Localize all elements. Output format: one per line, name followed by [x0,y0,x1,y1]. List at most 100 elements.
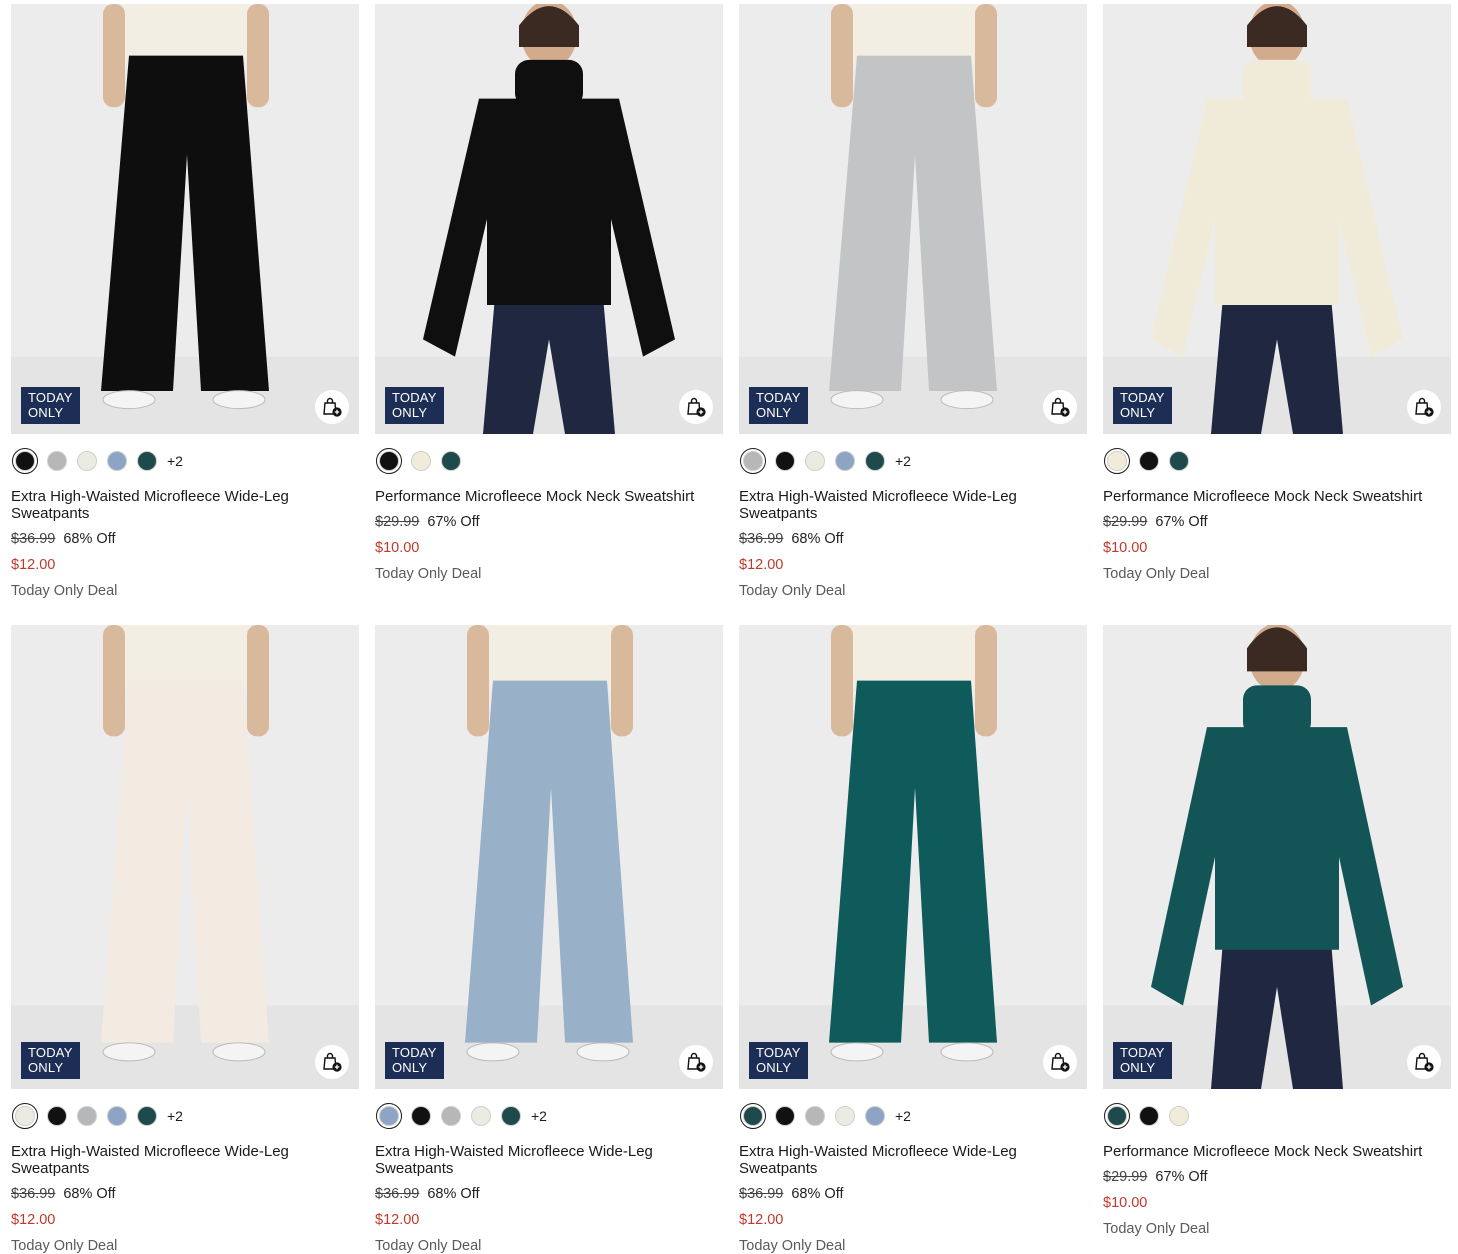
product-card[interactable]: TODAY ONLY Performance Microfleece Mock … [1103,625,1451,1237]
color-swatch[interactable] [501,1106,521,1126]
today-only-badge: TODAY ONLY [385,387,444,424]
product-name[interactable]: Performance Microfleece Mock Neck Sweats… [1103,488,1451,505]
color-swatch[interactable] [835,1106,855,1126]
sale-price: $12.00 [739,1212,784,1228]
color-swatch[interactable] [865,451,885,471]
quick-add-button[interactable] [1407,1045,1441,1079]
color-swatch[interactable] [740,1103,766,1129]
product-image[interactable]: TODAY ONLY [11,625,359,1089]
more-colors-count[interactable]: +2 [167,1108,183,1124]
more-colors-count[interactable]: +2 [895,453,911,469]
color-swatch[interactable] [1104,1103,1130,1129]
color-swatch[interactable] [77,451,97,471]
color-swatches: +2 [739,1101,1087,1131]
color-swatch[interactable] [411,451,431,471]
product-name[interactable]: Extra High-Waisted Microfleece Wide-Leg … [11,488,359,522]
color-swatch[interactable] [740,448,766,474]
color-swatch[interactable] [376,1103,402,1129]
price-line: $36.99 68% Off [11,531,359,547]
color-swatches: +2 [739,446,1087,476]
color-swatch[interactable] [835,451,855,471]
quick-add-button[interactable] [679,390,713,424]
more-colors-count[interactable]: +2 [895,1108,911,1124]
product-photo [1103,625,1451,1089]
color-swatch[interactable] [12,1103,38,1129]
product-card[interactable]: TODAY ONLY +2 Extra High-Waisted Microfl… [375,625,723,1254]
color-swatch[interactable] [805,1106,825,1126]
product-image[interactable]: TODAY ONLY [739,4,1087,434]
product-photo [739,4,1087,434]
color-swatch[interactable] [47,1106,67,1126]
product-card[interactable]: TODAY ONLY +2 Extra High-Waisted Microfl… [11,4,359,599]
badge-line-2: ONLY [1120,405,1156,420]
sale-price: $10.00 [375,540,420,556]
product-card[interactable]: TODAY ONLY Performance Microfleece Mock … [1103,4,1451,582]
discount-label: 68% Off [427,1186,480,1202]
badge-line-2: ONLY [28,405,64,420]
color-swatch[interactable] [137,451,157,471]
product-name[interactable]: Extra High-Waisted Microfleece Wide-Leg … [11,1143,359,1177]
color-swatch[interactable] [107,1106,127,1126]
color-swatch[interactable] [775,1106,795,1126]
product-card[interactable]: TODAY ONLY +2 Extra High-Waisted Microfl… [11,625,359,1254]
price-line: $36.99 68% Off [739,531,1087,547]
price-line: $29.99 67% Off [375,514,723,530]
color-swatch[interactable] [1169,451,1189,471]
color-swatch[interactable] [1139,1106,1159,1126]
quick-add-button[interactable] [1407,390,1441,424]
product-name[interactable]: Extra High-Waisted Microfleece Wide-Leg … [739,1143,1087,1177]
product-image[interactable]: TODAY ONLY [1103,625,1451,1089]
color-swatches [1103,1101,1451,1131]
badge-line-2: ONLY [756,405,792,420]
today-only-badge: TODAY ONLY [1113,1042,1172,1079]
color-swatch[interactable] [441,1106,461,1126]
color-swatch[interactable] [12,448,38,474]
product-image[interactable]: TODAY ONLY [375,4,723,434]
color-swatch[interactable] [805,451,825,471]
quick-add-button[interactable] [315,1045,349,1079]
color-swatch[interactable] [775,451,795,471]
product-card[interactable]: TODAY ONLY +2 Extra High-Waisted Microfl… [739,4,1087,599]
more-colors-count[interactable]: +2 [167,453,183,469]
product-name[interactable]: Extra High-Waisted Microfleece Wide-Leg … [375,1143,723,1177]
discount-label: 68% Off [63,531,116,547]
shopping-bag-plus-icon [687,1052,706,1072]
quick-add-button[interactable] [315,390,349,424]
color-swatch[interactable] [471,1106,491,1126]
deal-label: Today Only Deal [1103,1221,1210,1237]
color-swatch[interactable] [47,451,67,471]
product-name[interactable]: Extra High-Waisted Microfleece Wide-Leg … [739,488,1087,522]
product-image[interactable]: TODAY ONLY [739,625,1087,1089]
color-swatch[interactable] [441,451,461,471]
today-only-badge: TODAY ONLY [21,1042,80,1079]
color-swatch[interactable] [1169,1106,1189,1126]
deal-label: Today Only Deal [375,566,482,582]
color-swatch[interactable] [1104,448,1130,474]
price-line: $29.99 67% Off [1103,514,1451,530]
product-name[interactable]: Performance Microfleece Mock Neck Sweats… [375,488,723,505]
color-swatch[interactable] [1139,451,1159,471]
color-swatch[interactable] [137,1106,157,1126]
color-swatch[interactable] [77,1106,97,1126]
badge-line-1: TODAY [756,1045,801,1060]
deal-label: Today Only Deal [739,583,846,599]
more-colors-count[interactable]: +2 [531,1108,547,1124]
product-name[interactable]: Performance Microfleece Mock Neck Sweats… [1103,1143,1451,1160]
product-image[interactable]: TODAY ONLY [375,625,723,1089]
color-swatch[interactable] [411,1106,431,1126]
color-swatch[interactable] [107,451,127,471]
product-card[interactable]: TODAY ONLY +2 Extra High-Waisted Microfl… [739,625,1087,1254]
product-image[interactable]: TODAY ONLY [1103,4,1451,434]
discount-label: 68% Off [791,531,844,547]
color-swatch[interactable] [376,448,402,474]
sale-price: $10.00 [1103,540,1148,556]
shopping-bag-plus-icon [1415,1052,1434,1072]
quick-add-button[interactable] [679,1045,713,1079]
color-swatch[interactable] [865,1106,885,1126]
discount-label: 67% Off [1155,1169,1208,1185]
quick-add-button[interactable] [1043,390,1077,424]
quick-add-button[interactable] [1043,1045,1077,1079]
product-image[interactable]: TODAY ONLY [11,4,359,434]
product-card[interactable]: TODAY ONLY Performance Microfleece Mock … [375,4,723,582]
badge-line-2: ONLY [1120,1060,1156,1075]
